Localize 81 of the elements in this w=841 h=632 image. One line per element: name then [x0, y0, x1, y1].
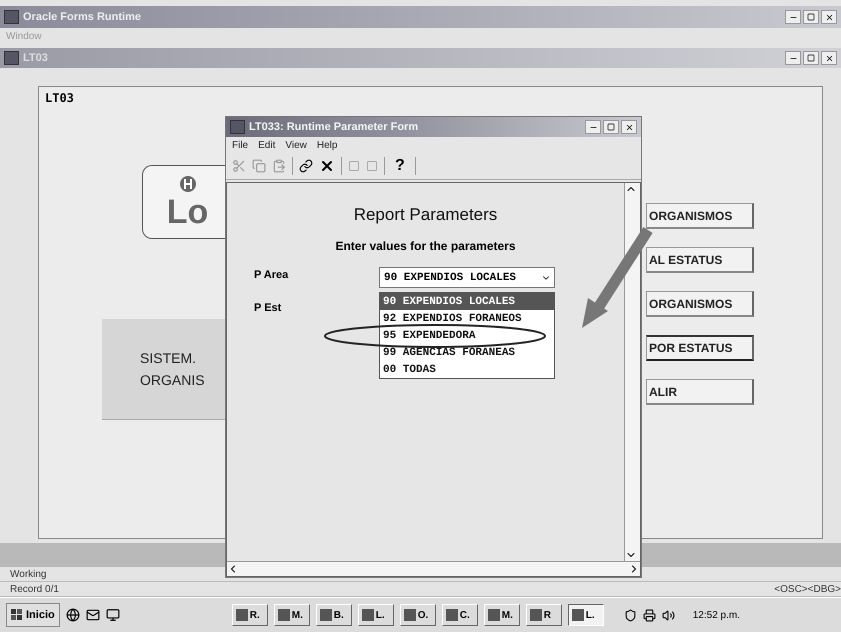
app-icon [320, 609, 332, 621]
field-label: P Est [254, 301, 282, 316]
app-icon [278, 609, 290, 621]
help-button[interactable]: ? [391, 157, 409, 175]
minimize-button[interactable] [785, 51, 801, 65]
form-heading: Report Parameters [354, 205, 498, 225]
menu-item[interactable]: View [285, 140, 307, 150]
taskbar-button[interactable]: R. [232, 604, 268, 626]
taskbar-button[interactable]: M. [274, 604, 310, 626]
app-icon [530, 609, 542, 621]
menu-button[interactable]: ALIR [646, 379, 754, 405]
menu-item[interactable]: File [232, 140, 248, 150]
frame-label: LT03 [45, 91, 74, 105]
square-icon [366, 160, 378, 172]
menu-button[interactable]: POR ESTATUS [646, 335, 754, 361]
maximize-button[interactable] [803, 51, 819, 65]
taskbar-button[interactable]: R [526, 604, 562, 626]
maximize-button[interactable] [803, 10, 819, 24]
dropdown-field[interactable]: 90 EXPENDIOS LOCALES [379, 267, 555, 288]
taskbar-button[interactable]: L. [358, 604, 394, 626]
volume-icon [662, 608, 675, 622]
browser-icon [66, 608, 80, 622]
menu-button[interactable]: AL ESTATUS [646, 247, 754, 273]
maximize-icon [607, 123, 615, 131]
vertical-scrollbar[interactable] [624, 183, 640, 561]
square-icon [348, 160, 360, 172]
app-icon [4, 10, 19, 24]
clock: 12:52 p.m. [692, 610, 740, 620]
maximize-button[interactable] [603, 120, 619, 134]
logo-icon [178, 175, 196, 193]
close-icon [824, 54, 834, 62]
menu-item[interactable]: Edit [258, 140, 276, 150]
menu-button[interactable]: ORGANISMOS [646, 291, 754, 317]
horizontal-scrollbar[interactable] [227, 561, 640, 576]
maximize-icon [807, 13, 815, 21]
windows-logo-icon [11, 609, 23, 621]
link-icon [299, 159, 313, 173]
form-subheading: Enter values for the parameters [335, 239, 516, 253]
dialog-title: LT033: Runtime Parameter Form [249, 121, 418, 133]
shield-icon [624, 608, 637, 622]
desktop-icon [106, 608, 120, 622]
menu-item[interactable]: Help [316, 140, 338, 150]
close-icon [824, 12, 834, 22]
app-icon [572, 609, 584, 621]
taskbar-button[interactable]: O. [400, 604, 436, 626]
taskbar-button[interactable]: C. [442, 604, 478, 626]
minimize-button[interactable] [585, 120, 601, 134]
app-icon [362, 609, 374, 621]
paste-icon [272, 159, 286, 173]
maximize-icon [807, 54, 815, 62]
dropdown-option[interactable]: 90 EXPENDIOS LOCALES [380, 293, 554, 310]
panel-title: SISTEM. [140, 350, 198, 366]
close-button[interactable] [621, 120, 637, 134]
printer-icon [642, 608, 656, 622]
field-label: P Area [254, 268, 290, 283]
minimize-button[interactable] [785, 10, 801, 24]
window-title: Oracle Forms Runtime [23, 11, 141, 23]
panel-title: ORGANIS [140, 372, 206, 388]
taskbar-button[interactable]: B. [316, 604, 352, 626]
close-icon [319, 158, 335, 174]
app-icon [236, 609, 248, 621]
window-title: LT03 [23, 52, 48, 64]
start-button[interactable]: Inicio [6, 603, 60, 627]
app-icon [230, 120, 245, 134]
close-icon [624, 122, 634, 132]
taskbar-button[interactable]: L. [568, 604, 604, 626]
copy-icon [252, 159, 266, 173]
app-icon [404, 609, 416, 621]
menu-button[interactable]: ORGANISMOS [646, 203, 754, 229]
status-indicators: <OSC><DBG> [774, 584, 841, 594]
cut-icon [232, 159, 246, 173]
taskbar-button[interactable]: M. [484, 604, 520, 626]
app-icon [446, 609, 458, 621]
mail-icon [86, 608, 100, 622]
app-icon [4, 51, 19, 65]
status-text: Record 0/1 [10, 584, 59, 594]
close-button[interactable] [821, 10, 837, 24]
logo-text: Lo [166, 195, 208, 229]
close-button[interactable] [821, 51, 837, 65]
status-text: Working [10, 568, 46, 580]
app-icon [488, 609, 500, 621]
